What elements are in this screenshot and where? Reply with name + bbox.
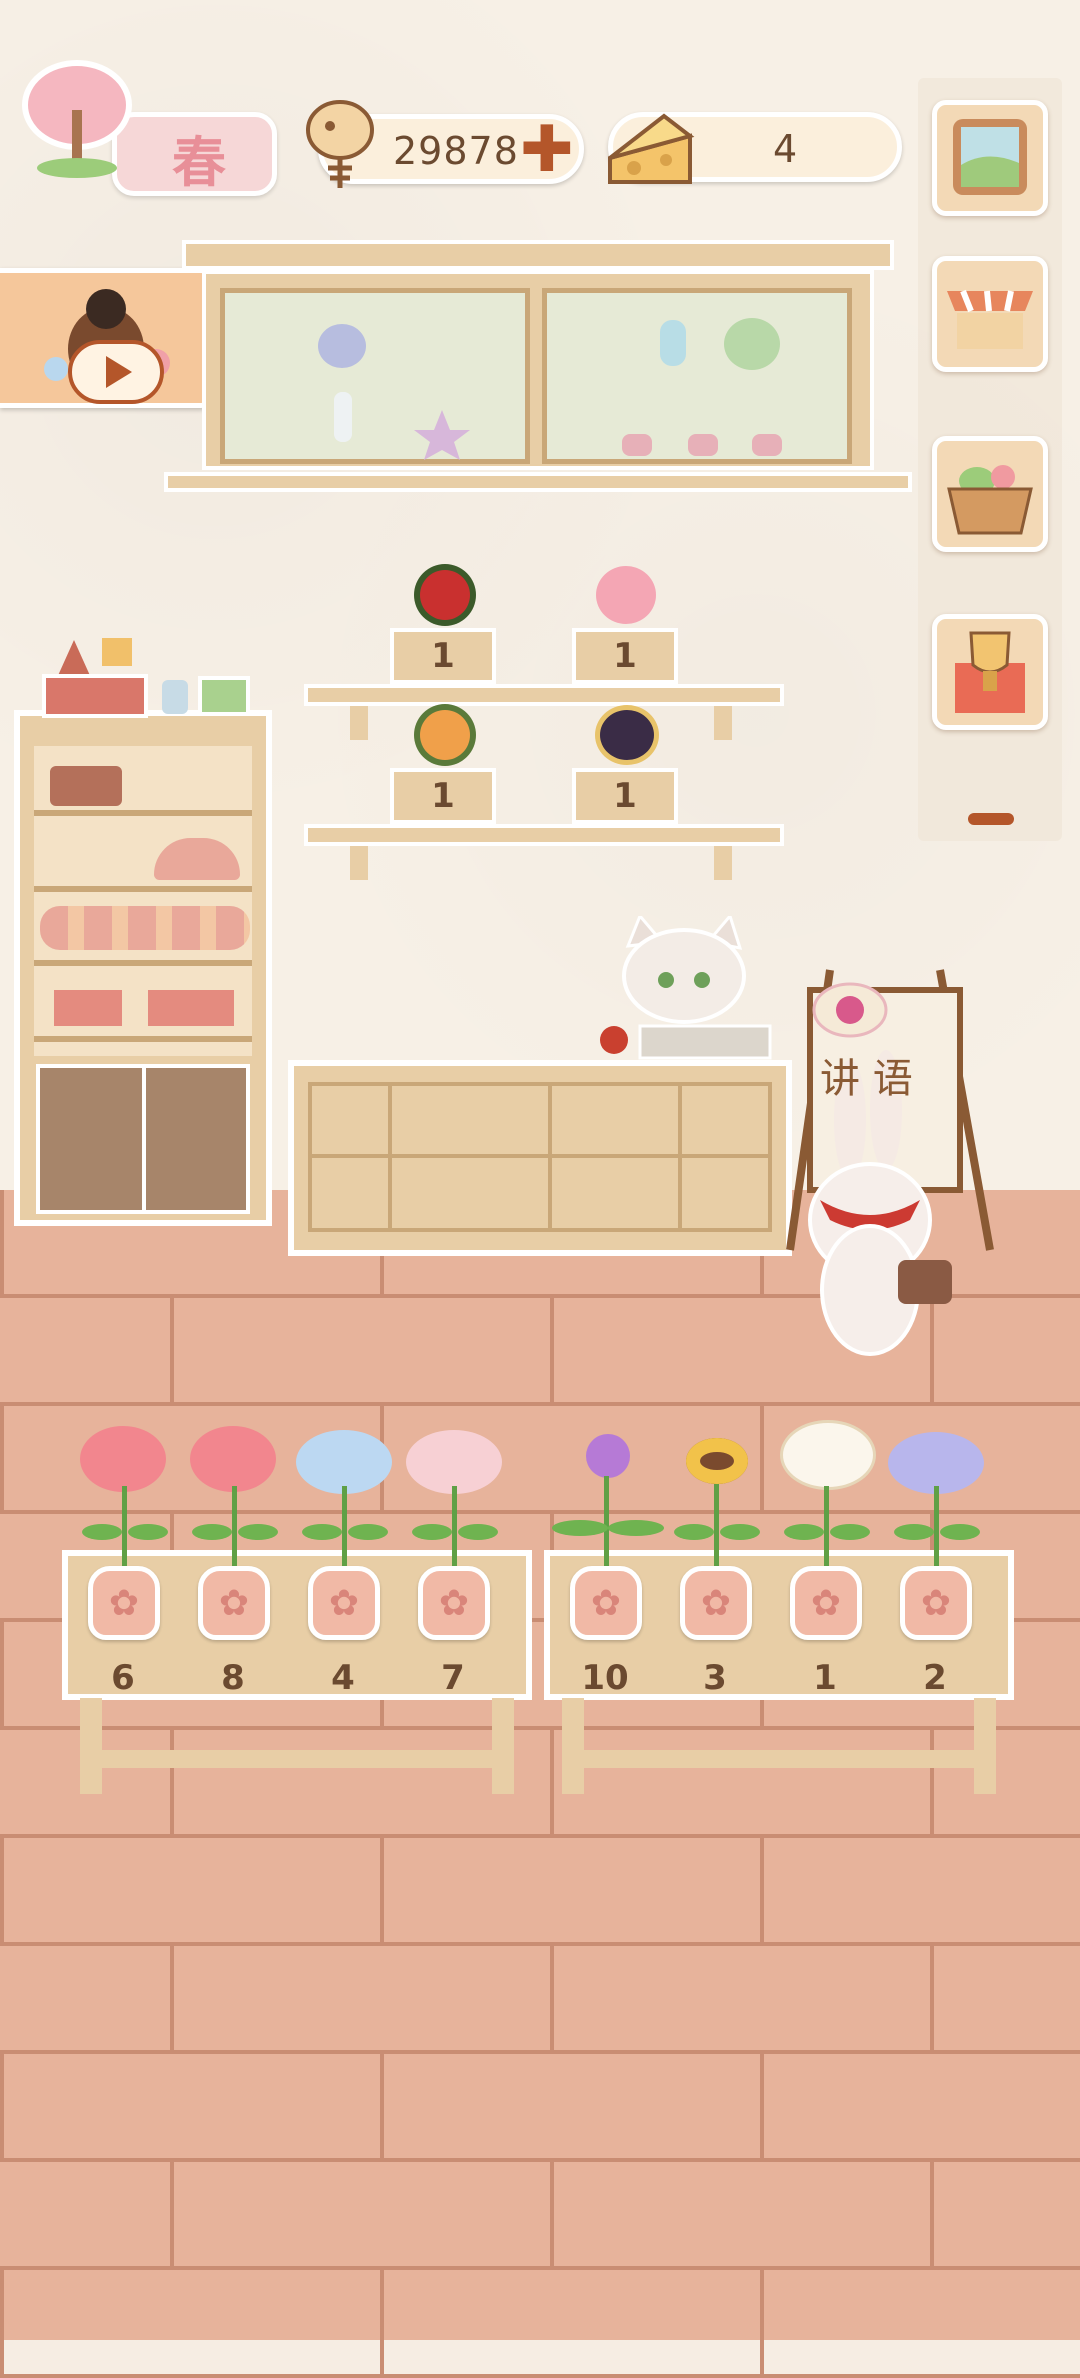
bouquet-count: 1 [613,636,637,676]
stock-count: 7 [441,1658,465,1698]
flower-pot[interactable]: 4 [296,1420,392,1698]
stock-count: 6 [111,1658,135,1698]
season-indicator[interactable]: 春 [22,60,277,196]
flower-pot[interactable]: 8 [190,1420,280,1698]
cheese-value: 4 [773,127,799,171]
pink-hydrangea-icon [406,1430,502,1494]
cabinet-vases [318,318,782,460]
sunflower-icon [686,1438,748,1484]
flower-pot[interactable]: 7 [406,1420,502,1698]
add-coins-button[interactable]: ✚ [520,118,574,182]
bouquet-box[interactable]: 1 [572,706,678,826]
white-daisy-icon [780,1420,876,1490]
play-icon [106,356,132,388]
orange-bouquet-icon [420,710,470,760]
flower-pot[interactable]: 6 [80,1420,170,1698]
stock-count: 8 [221,1658,245,1698]
fish-coin-value: 29878 [393,129,519,173]
cheese-icon [608,113,695,184]
flower-pot[interactable]: 2 [888,1420,984,1698]
trophy-icon [955,631,1025,713]
blue-hydrangea-icon [296,1430,392,1494]
flower-language-sign: 讲 语 [820,1056,913,1102]
pink-rose-icon [190,1426,276,1492]
stock-count: 1 [813,1658,837,1698]
floor-brick-row [0,2162,1080,2270]
bouquet-box[interactable]: 1 [572,566,678,686]
stock-count: 4 [331,1658,355,1698]
play-video-button[interactable] [68,340,164,404]
flower-pot[interactable]: 3 [672,1420,762,1698]
collapse-menu-button[interactable] [968,813,1014,825]
stock-count: 2 [923,1658,947,1698]
stock-count: 3 [703,1658,727,1698]
bouquet-count: 1 [431,776,455,816]
bouquet-shelf [304,560,784,900]
purple-hydrangea-icon [888,1432,984,1494]
window-scenery-button[interactable] [932,100,1048,216]
shop-counter [288,1060,792,1256]
gift-boxes [42,638,250,718]
side-menu [918,78,1062,841]
window-icon [953,119,1027,195]
purple-bouquet-icon [600,710,654,760]
bouquet-count: 1 [613,776,637,816]
stall-icon [947,289,1033,349]
pink-bouquet-icon [596,566,656,624]
pink-rose-icon [80,1426,166,1492]
red-bouquet-icon [420,570,470,620]
rabbit-customer[interactable] [770,950,1000,1390]
flower-pot[interactable]: 1 [780,1420,876,1698]
floor-brick-row [0,1946,1080,2054]
basket-icon [947,465,1033,535]
cherry-tree-icon [22,60,132,178]
bookcase[interactable] [14,710,272,1226]
bouquet-box[interactable]: 1 [390,566,496,686]
glass-cabinet [164,240,912,492]
shop-stall-button[interactable] [932,256,1048,372]
trophy-button[interactable] [932,614,1048,730]
fish-bone-icon [306,100,374,188]
flower-pot[interactable]: 10 [552,1420,664,1698]
cat-shopkeeper[interactable] [600,916,780,1066]
floor-brick-row [0,1838,1080,1946]
floor-brick-row [0,2270,1080,2378]
stock-count: 10 [581,1658,629,1698]
bouquet-count: 1 [431,636,455,676]
flower-basket-button[interactable] [932,436,1048,552]
floor-brick-row [0,2054,1080,2162]
purple-tulip-icon [586,1434,630,1478]
season-label: 春 [172,130,226,194]
bouquet-box[interactable]: 1 [390,706,496,826]
